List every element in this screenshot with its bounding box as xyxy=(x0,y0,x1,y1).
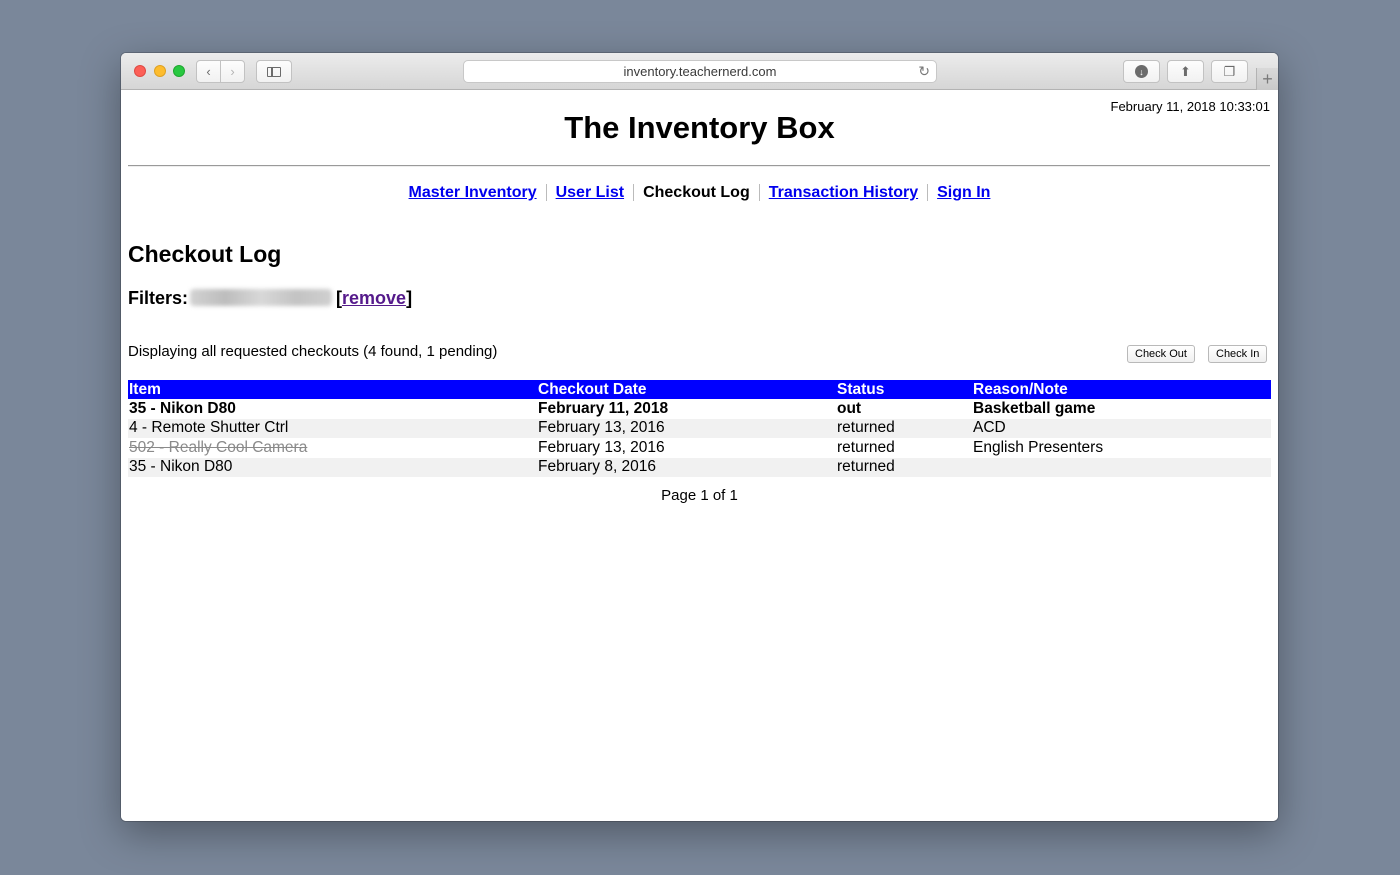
nav-separator xyxy=(758,184,760,202)
page-content: February 11, 2018 10:33:01 The Inventory… xyxy=(121,90,1278,821)
cell-item: 4 - Remote Shutter Ctrl xyxy=(128,418,537,438)
address-bar[interactable]: inventory.teachernerd.com ↻ xyxy=(463,60,937,83)
maximize-window-button[interactable] xyxy=(173,65,185,77)
cell-date: February 13, 2016 xyxy=(538,438,665,456)
table-row[interactable]: 4 - Remote Shutter Ctrl February 13, 201… xyxy=(128,418,1271,438)
column-header-checkout-date: Checkout Date xyxy=(537,380,836,399)
nav-separator xyxy=(545,184,547,202)
chevron-right-icon: › xyxy=(230,64,235,79)
table-header-row: Item Checkout Date Status Reason/Note xyxy=(128,380,1271,399)
column-header-status: Status xyxy=(836,380,972,399)
column-header-item: Item xyxy=(128,380,537,399)
chevron-left-icon: ‹ xyxy=(206,64,211,79)
filters-line: Filters: [remove] xyxy=(128,288,413,308)
nav-master-inventory[interactable]: Master Inventory xyxy=(409,184,537,201)
back-button[interactable]: ‹ xyxy=(196,60,221,83)
sidebar-toggle-button[interactable] xyxy=(256,60,292,83)
cell-status: returned xyxy=(836,457,972,477)
check-out-button[interactable]: Check Out xyxy=(1127,345,1195,363)
url-text: inventory.teachernerd.com xyxy=(623,64,777,79)
checkout-log-table: Item Checkout Date Status Reason/Note 35… xyxy=(128,380,1271,477)
browser-window: ‹ › inventory.teachernerd.com ↻ ↓ ⬆ ❐ + … xyxy=(121,53,1278,821)
cell-item: 35 - Nikon D80 xyxy=(129,399,236,417)
table-row[interactable]: 502 - Really Cool Camera February 13, 20… xyxy=(128,438,1271,458)
cell-status: out xyxy=(837,399,862,417)
cell-note: ACD xyxy=(972,418,1271,438)
filter-value-redacted xyxy=(190,289,333,306)
nav-checkout-log: Checkout Log xyxy=(643,184,750,201)
table-row[interactable]: 35 - Nikon D80 February 11, 2018 out Bas… xyxy=(128,399,1271,419)
site-title: The Inventory Box xyxy=(564,110,835,145)
forward-button[interactable]: › xyxy=(220,60,245,83)
browser-toolbar: ‹ › inventory.teachernerd.com ↻ ↓ ⬆ ❐ + xyxy=(121,53,1278,90)
cell-item: 35 - Nikon D80 xyxy=(128,457,537,477)
tabs-icon: ❐ xyxy=(1223,63,1236,79)
tab-overview-button[interactable]: ❐ xyxy=(1211,60,1248,83)
nav-separator xyxy=(633,184,635,202)
nav-sign-in[interactable]: Sign In xyxy=(937,184,990,201)
filters-label: Filters: xyxy=(128,288,189,308)
main-nav: Master Inventory User List Checkout Log Tra… xyxy=(121,184,1278,202)
cell-date: February 13, 2016 xyxy=(537,418,836,438)
nav-separator xyxy=(927,184,929,202)
downloads-button[interactable]: ↓ xyxy=(1123,60,1160,83)
header-divider xyxy=(128,165,1270,167)
download-icon: ↓ xyxy=(1135,65,1148,78)
share-icon: ⬆ xyxy=(1180,63,1191,79)
results-summary: Displaying all requested checkouts (4 fo… xyxy=(128,343,498,360)
cell-status: returned xyxy=(836,418,972,438)
nav-user-list[interactable]: User List xyxy=(556,184,624,201)
table-row[interactable]: 35 - Nikon D80 February 8, 2016 returned xyxy=(128,457,1271,477)
nav-transaction-history[interactable]: Transaction History xyxy=(769,184,918,201)
cell-note xyxy=(972,457,1271,477)
new-tab-button[interactable]: + xyxy=(1256,68,1278,90)
column-header-reason-note: Reason/Note xyxy=(972,380,1271,399)
remove-filter-link[interactable]: remove xyxy=(342,288,406,308)
minimize-window-button[interactable] xyxy=(154,65,166,77)
share-button[interactable]: ⬆ xyxy=(1167,60,1204,83)
cell-status: returned xyxy=(837,438,895,456)
cell-date: February 8, 2016 xyxy=(537,457,836,477)
cell-note: Basketball game xyxy=(973,399,1096,417)
page-heading: Checkout Log xyxy=(128,241,282,267)
plus-icon: + xyxy=(1262,68,1273,89)
cell-note: English Presenters xyxy=(973,438,1104,456)
close-window-button[interactable] xyxy=(134,65,146,77)
reload-icon[interactable]: ↻ xyxy=(918,63,930,80)
cell-item: 502 - Really Cool Camera xyxy=(129,438,308,456)
check-in-button[interactable]: Check In xyxy=(1208,345,1268,363)
cell-date: February 11, 2018 xyxy=(538,399,669,417)
pagination-text: Page 1 of 1 xyxy=(661,487,738,504)
sidebar-icon xyxy=(267,66,281,77)
